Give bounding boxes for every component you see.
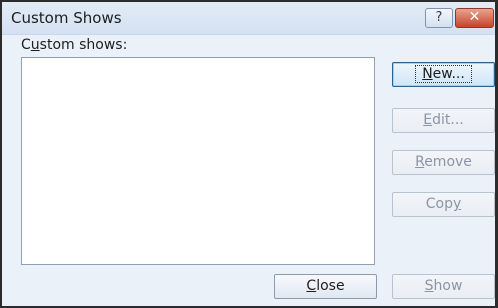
remove-button[interactable]: Remove bbox=[392, 150, 495, 175]
show-button-label: Show bbox=[424, 278, 463, 294]
dialog-title: Custom Shows bbox=[11, 9, 122, 27]
custom-shows-list[interactable] bbox=[21, 57, 375, 265]
close-button-label: Close bbox=[306, 278, 345, 294]
copy-button-label: Copy bbox=[425, 196, 462, 212]
custom-shows-label: Custom shows: bbox=[21, 37, 128, 53]
close-window-button[interactable]: ✕ bbox=[455, 8, 494, 28]
edit-button-label: Edit... bbox=[423, 112, 464, 128]
new-button[interactable]: New... bbox=[392, 62, 495, 87]
custom-shows-dialog: Custom Shows ? ✕ Custom shows: New... Ed… bbox=[0, 0, 498, 308]
close-icon: ✕ bbox=[468, 9, 481, 25]
close-button[interactable]: Close bbox=[274, 274, 377, 299]
show-button[interactable]: Show bbox=[392, 274, 495, 299]
title-bar: Custom Shows ? ✕ bbox=[2, 2, 495, 35]
remove-button-label: Remove bbox=[415, 154, 472, 170]
copy-button[interactable]: Copy bbox=[392, 192, 495, 217]
new-button-label: New... bbox=[415, 65, 472, 83]
edit-button[interactable]: Edit... bbox=[392, 108, 495, 133]
help-button[interactable]: ? bbox=[425, 8, 453, 28]
help-icon: ? bbox=[435, 10, 443, 25]
